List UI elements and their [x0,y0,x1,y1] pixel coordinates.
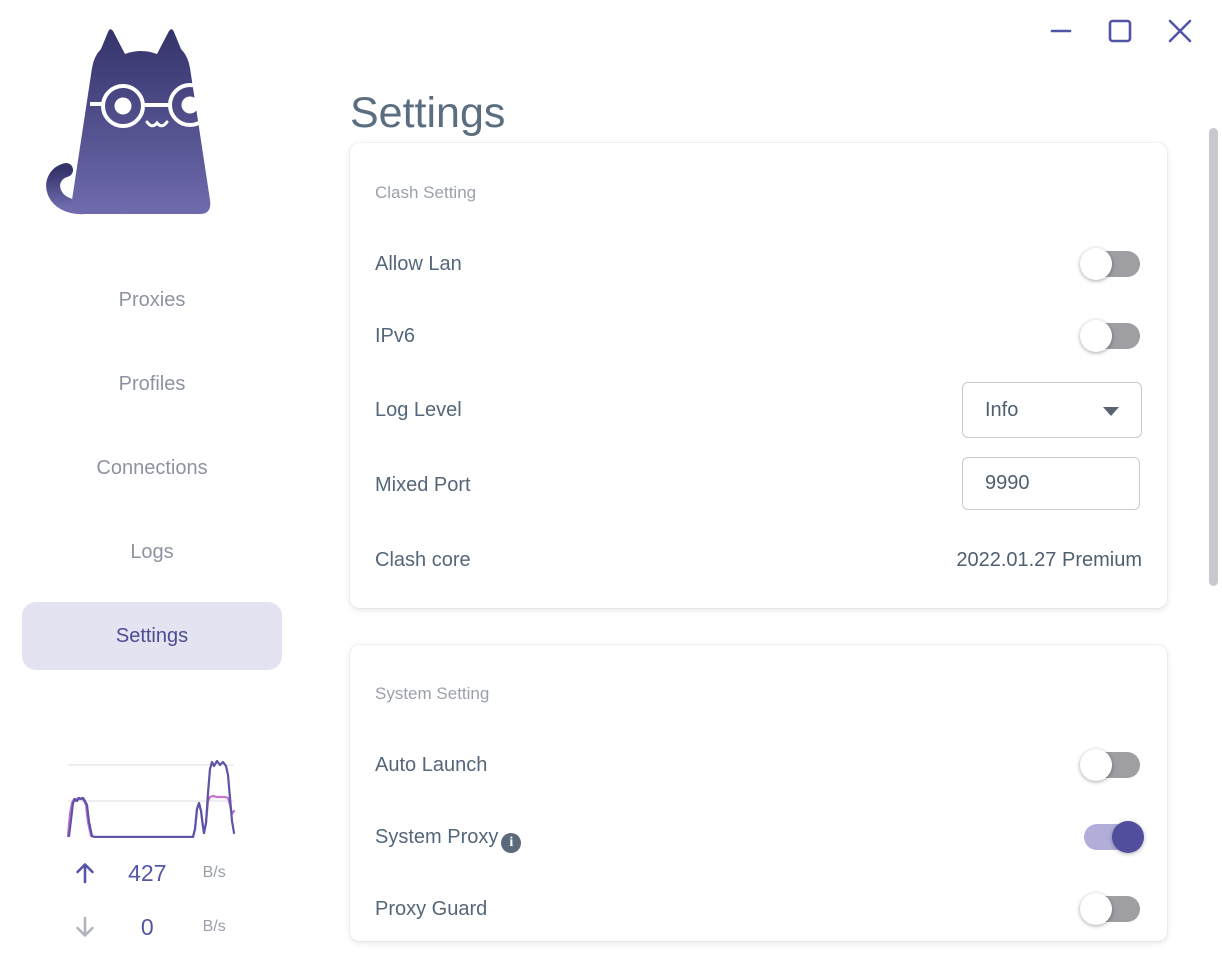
allow-lan-label: Allow Lan [375,253,462,275]
toggle-knob [1112,821,1144,853]
page-title: Settings [350,88,506,137]
sidebar-item-connections[interactable]: Connections [22,434,282,502]
upload-unit: B/s [202,864,226,881]
clash-core-value: 2022.01.27 Premium [956,549,1142,571]
proxy-guard-label: Proxy Guard [375,898,488,920]
card-section-title: System Setting [375,684,490,703]
info-icon[interactable]: i [501,833,522,853]
sidebar-item-settings[interactable]: Settings [22,602,282,670]
close-icon [1168,19,1192,43]
upload-stat-row: 427 B/s [66,858,246,888]
cat-eye-left [114,97,132,115]
minimize-button[interactable] [1046,16,1076,46]
auto-launch-toggle[interactable] [1080,749,1140,781]
download-arrow-icon [76,916,94,937]
log-level-label: Log Level [375,399,462,421]
ipv6-label: IPv6 [375,325,416,347]
cat-eye-right [181,96,199,114]
download-unit: B/s [202,918,226,935]
auto-launch-label: Auto Launch [375,754,488,776]
toggle-knob [1080,248,1112,280]
scrollbar-thumb[interactable] [1209,128,1218,586]
mixed-port-label: Mixed Port [375,474,471,496]
sidebar-item-profiles[interactable]: Profiles [22,350,282,418]
system-proxy-label: System Proxy i [375,824,522,853]
clash-core-label: Clash core [375,549,471,571]
upload-arrow-icon [76,863,94,884]
proxy-guard-toggle[interactable] [1080,893,1140,925]
clash-setting-card: Clash Setting Allow Lan IPv6 Log Level I… [350,143,1167,608]
sidebar-item-proxies[interactable]: Proxies [22,266,282,334]
maximize-button[interactable] [1105,16,1135,46]
ipv6-toggle[interactable] [1080,320,1140,352]
allow-lan-toggle[interactable] [1080,248,1140,280]
maximize-icon [1108,19,1132,43]
system-proxy-toggle[interactable] [1084,821,1144,853]
chevron-down-icon [1103,407,1119,416]
clash-cat-logo [46,29,222,215]
system-proxy-label-text: System Proxy [375,826,499,848]
sidebar-item-logs[interactable]: Logs [22,518,282,586]
mixed-port-input[interactable] [962,457,1140,510]
download-speed: 0 [140,913,154,940]
toggle-knob [1080,893,1112,925]
toggle-knob [1080,749,1112,781]
log-level-value: Info [985,399,1019,421]
close-button[interactable] [1165,16,1195,46]
download-stat-row: 0 B/s [66,912,246,942]
card-section-title: Clash Setting [375,183,477,202]
app-window: Proxies Profiles Connections Logs Settin… [0,0,1222,956]
upload-speed: 427 [128,859,167,886]
toggle-knob [1080,320,1112,352]
log-level-select[interactable]: Info [962,382,1142,438]
traffic-graph [66,759,236,838]
cat-body [71,29,211,214]
system-setting-card: System Setting Auto Launch System Proxy i… [350,645,1167,941]
